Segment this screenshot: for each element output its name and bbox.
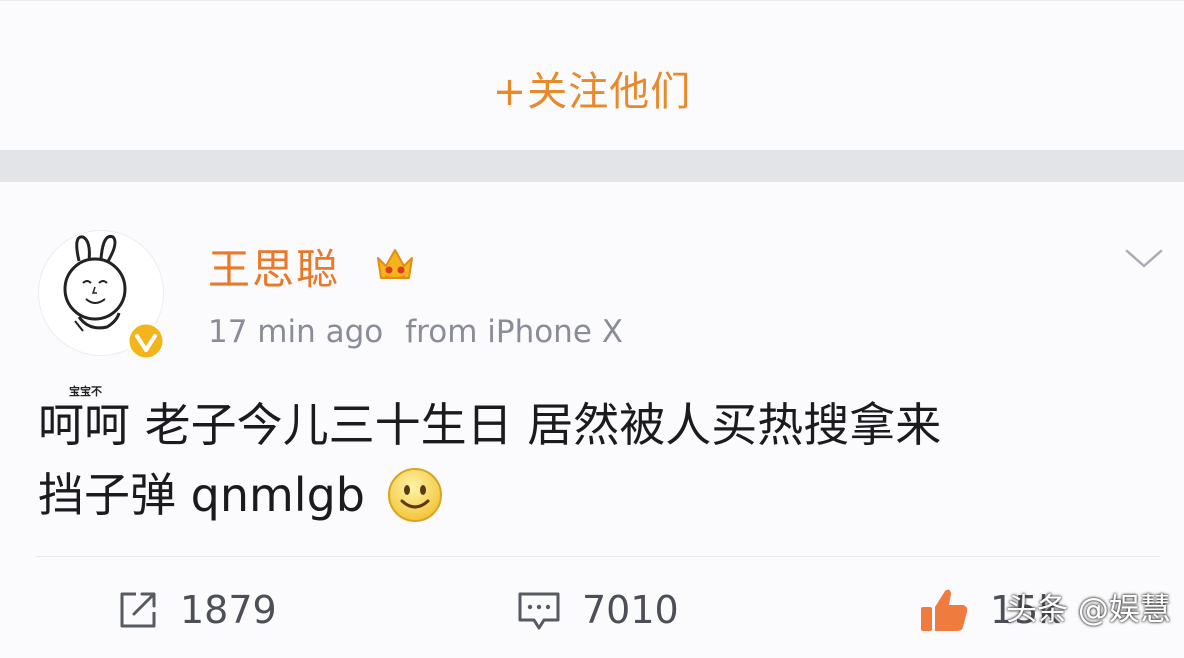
comment-count: 7010 [582,588,679,632]
crown-badge-icon [377,249,413,279]
post-text-line-2-text: 挡子弹 qnmlgb [38,468,365,522]
follow-them-button[interactable]: +关注他们 [0,59,1184,117]
repost-count: 1879 [180,588,277,632]
post-text-line-1: 呵呵 老子今儿三十生日 居然被人买热搜拿来 [38,398,942,452]
repost-button[interactable]: 1879 [116,586,277,634]
section-separator [0,150,1184,182]
post-text: 呵呵 老子今儿三十生日 居然被人买热搜拿来 挡子弹 qnmlgb [38,390,1138,542]
comment-button[interactable]: 7010 [516,586,679,634]
action-divider [36,556,1160,557]
weibo-post: 宝宝不 王思聪 17 min ago from iPhone X 呵呵 老子今儿三… [0,182,1184,658]
verified-badge-icon [126,321,166,361]
post-source: from iPhone X [405,314,623,350]
post-timestamp: 17 min ago [208,314,384,350]
chevron-down-icon[interactable] [1124,246,1164,270]
watermark-text: 头条 @娱慧 [1006,592,1171,628]
repost-icon [120,592,156,628]
comment-icon [518,592,560,630]
smile-emoji-icon [387,467,443,542]
post-meta: 17 min ago from iPhone X [208,314,623,350]
follow-card: +关注他们 [0,0,1184,151]
thumbs-up-icon [921,589,968,631]
username[interactable]: 王思聪 [208,236,340,297]
post-text-line-2: 挡子弹 qnmlgb [38,460,1138,542]
